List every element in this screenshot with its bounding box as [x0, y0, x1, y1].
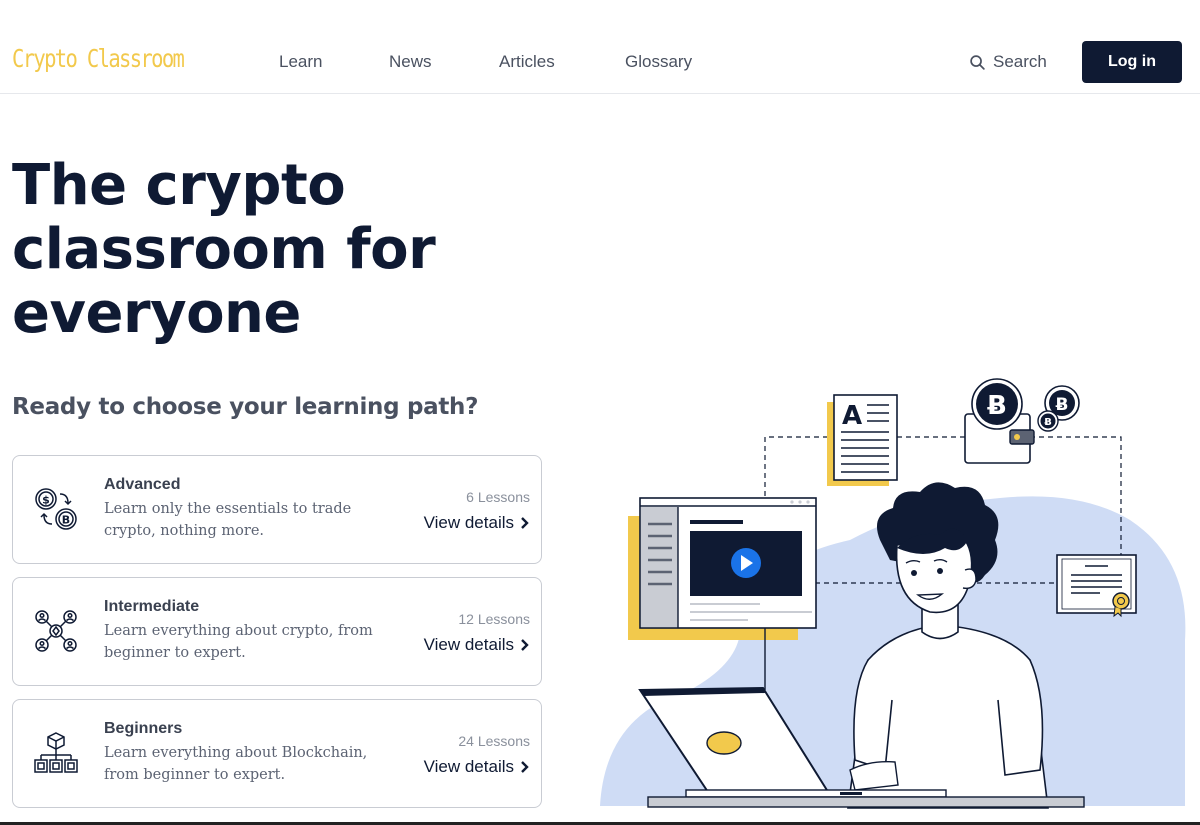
document-icon: A	[827, 394, 898, 486]
nav-glossary[interactable]: Glossary	[625, 52, 692, 72]
lesson-count: 6 Lessons	[466, 489, 530, 505]
view-details-label: View details	[423, 635, 514, 654]
login-button[interactable]: Log in	[1082, 41, 1182, 83]
lesson-count: 12 Lessons	[458, 611, 530, 627]
chevron-right-icon	[521, 639, 529, 651]
nav-news[interactable]: News	[389, 52, 432, 72]
card-title: Advanced	[104, 476, 181, 493]
svg-text:B: B	[62, 514, 70, 527]
logo[interactable]: Crypto Classroom	[12, 44, 185, 73]
crypto-network-icon	[35, 610, 77, 652]
blockchain-icon	[34, 732, 78, 773]
chevron-right-icon	[521, 517, 529, 529]
page-title: The crypto classroom for everyone	[12, 154, 492, 346]
crypto-wallet-icon: Ƀ Ƀ Ƀ	[964, 378, 1080, 464]
svg-text:Ƀ: Ƀ	[1056, 395, 1069, 415]
view-details-link[interactable]: View details	[424, 513, 530, 533]
page-title-line-3: everyone	[12, 281, 301, 346]
search-button[interactable]: Search	[969, 52, 1047, 72]
svg-text:Ƀ: Ƀ	[987, 391, 1007, 421]
search-icon	[970, 54, 985, 70]
learning-path-subtitle: Ready to choose your learning path?	[12, 394, 479, 420]
card-title: Beginners	[104, 720, 183, 737]
page-title-line-1: The crypto	[12, 153, 346, 218]
desk	[647, 796, 1085, 808]
card-description: Learn everything about crypto, from begi…	[104, 623, 373, 661]
course-card-advanced[interactable]: $ B Advanced Learn only the essentials t…	[12, 455, 542, 564]
search-label: Search	[993, 52, 1047, 71]
chevron-right-icon	[521, 761, 529, 773]
lesson-count: 24 Lessons	[458, 733, 530, 749]
view-details-link[interactable]: View details	[424, 635, 530, 655]
card-description: Learn only the essentials to trade crypt…	[104, 501, 352, 539]
view-details-label: View details	[423, 513, 514, 532]
page-title-line-2: classroom for	[12, 217, 436, 282]
card-description: Learn everything about Blockchain, from …	[104, 745, 368, 783]
site-header: Crypto Classroom Learn News Articles Glo…	[0, 0, 1200, 94]
nav-articles[interactable]: Articles	[499, 52, 555, 72]
course-card-intermediate[interactable]: Intermediate Learn everything about cryp…	[12, 577, 542, 686]
card-title: Intermediate	[104, 598, 200, 615]
certificate-icon	[1056, 554, 1137, 618]
course-card-beginners[interactable]: Beginners Learn everything about Blockch…	[12, 699, 542, 808]
view-details-link[interactable]: View details	[424, 757, 530, 777]
hero-illustration: A Ƀ Ƀ Ƀ	[600, 378, 1186, 809]
svg-text:$: $	[42, 494, 50, 507]
view-details-label: View details	[423, 757, 514, 776]
crypto-exchange-icon: $ B	[35, 488, 77, 530]
svg-text:Ƀ: Ƀ	[1044, 417, 1052, 428]
nav-learn[interactable]: Learn	[279, 52, 322, 72]
svg-text:A: A	[842, 401, 862, 431]
